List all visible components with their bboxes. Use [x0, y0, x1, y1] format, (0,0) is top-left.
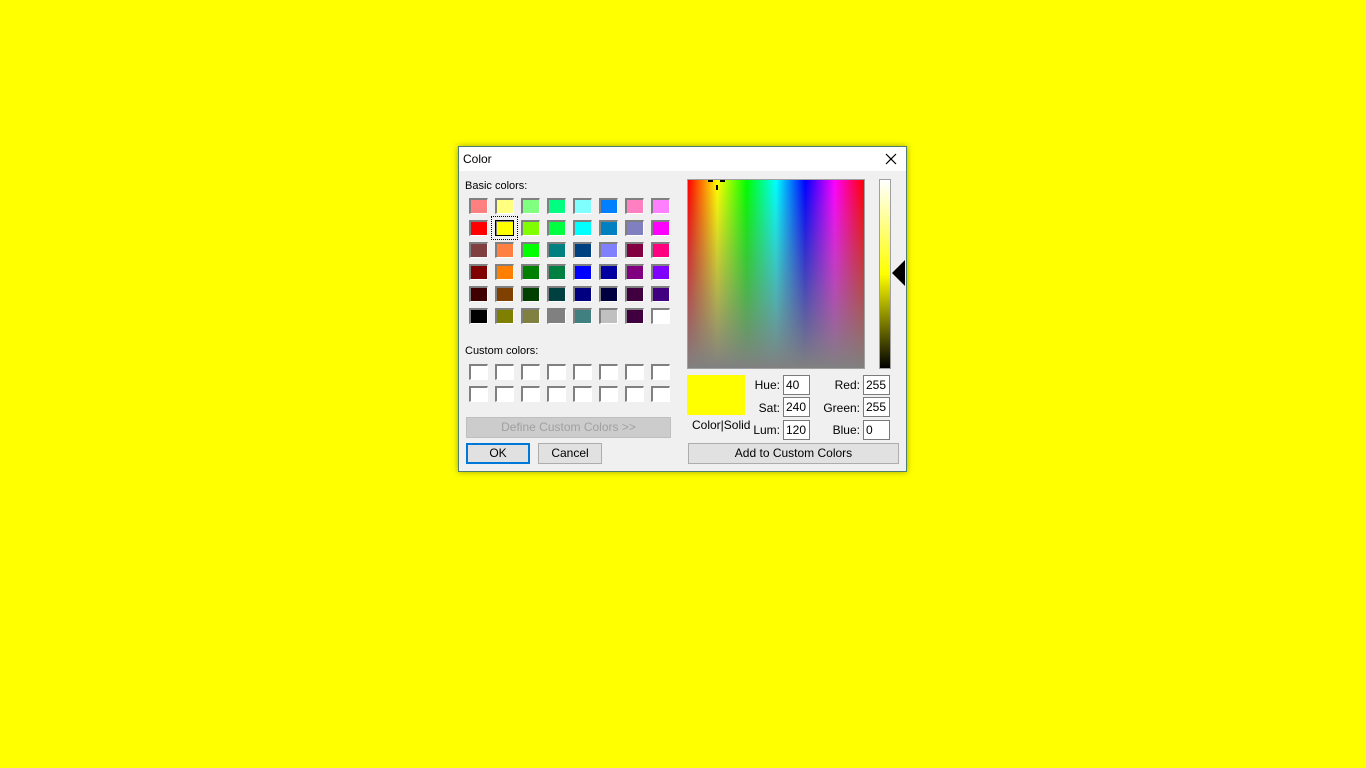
basic-color-swatch[interactable] [625, 286, 644, 302]
custom-color-swatch[interactable] [625, 364, 644, 380]
sat-label: Sat: [758, 401, 780, 415]
basic-color-swatch[interactable] [573, 264, 592, 280]
basic-color-swatch[interactable] [547, 198, 566, 214]
basic-color-swatch[interactable] [651, 308, 670, 324]
cancel-button[interactable]: Cancel [538, 443, 602, 464]
hue-label: Hue: [754, 378, 780, 392]
custom-color-swatch[interactable] [521, 386, 540, 402]
crosshair-cursor [708, 180, 713, 182]
basic-color-swatch[interactable] [547, 220, 566, 236]
basic-color-swatch[interactable] [521, 220, 540, 236]
basic-color-swatch[interactable] [521, 264, 540, 280]
luminosity-arrow-handle[interactable] [892, 260, 905, 286]
basic-color-swatch[interactable] [469, 242, 488, 258]
basic-color-swatch[interactable] [651, 220, 670, 236]
title-bar: Color [459, 147, 906, 171]
basic-color-swatch[interactable] [599, 242, 618, 258]
basic-color-swatch[interactable] [547, 286, 566, 302]
basic-color-swatch[interactable] [599, 264, 618, 280]
basic-color-swatch[interactable] [625, 242, 644, 258]
basic-color-swatch[interactable] [599, 220, 618, 236]
basic-color-swatch[interactable] [495, 308, 514, 324]
basic-color-swatch[interactable] [469, 264, 488, 280]
crosshair-cursor-part [716, 185, 718, 190]
custom-color-swatch[interactable] [573, 386, 592, 402]
basic-color-swatch[interactable] [573, 286, 592, 302]
basic-color-swatch[interactable] [599, 308, 618, 324]
custom-color-swatch[interactable] [547, 386, 566, 402]
basic-color-swatch[interactable] [625, 198, 644, 214]
basic-color-swatch[interactable] [521, 198, 540, 214]
green-label: Green: [823, 401, 860, 415]
basic-color-swatch[interactable] [547, 264, 566, 280]
lum-label: Lum: [753, 423, 780, 437]
luminosity-slider[interactable] [879, 179, 891, 369]
blue-label: Blue: [832, 423, 860, 437]
custom-color-swatch[interactable] [625, 386, 644, 402]
close-button[interactable] [876, 147, 906, 171]
basic-color-swatch[interactable] [491, 216, 518, 240]
basic-color-swatch[interactable] [599, 286, 618, 302]
custom-colors-label: Custom colors: [465, 345, 539, 357]
basic-color-swatch[interactable] [469, 220, 488, 236]
custom-color-swatch[interactable] [651, 386, 670, 402]
custom-color-swatch[interactable] [599, 364, 618, 380]
basic-color-swatch[interactable] [625, 264, 644, 280]
add-to-custom-colors-button[interactable]: Add to Custom Colors [688, 443, 899, 464]
custom-color-swatch[interactable] [547, 364, 566, 380]
color-dialog: Color Basic colors: Custom colors: Defin… [458, 146, 907, 472]
hue-input[interactable] [783, 375, 810, 395]
custom-color-swatch[interactable] [495, 386, 514, 402]
basic-color-swatch[interactable] [495, 264, 514, 280]
green-input[interactable] [863, 397, 890, 417]
basic-color-swatch[interactable] [469, 286, 488, 302]
define-custom-colors-button[interactable]: Define Custom Colors >> [466, 417, 671, 438]
basic-color-swatch[interactable] [521, 308, 540, 324]
basic-color-swatch[interactable] [651, 286, 670, 302]
basic-color-swatch[interactable] [651, 198, 670, 214]
hue-saturation-spectrum[interactable] [687, 179, 865, 369]
basic-color-swatch[interactable] [625, 308, 644, 324]
dialog-title: Color [463, 152, 492, 166]
crosshair-cursor-part [720, 180, 725, 182]
custom-color-swatch[interactable] [599, 386, 618, 402]
basic-color-swatch[interactable] [469, 308, 488, 324]
custom-color-swatch[interactable] [573, 364, 592, 380]
color-preview[interactable] [687, 375, 745, 415]
basic-color-swatch[interactable] [651, 242, 670, 258]
custom-color-swatch[interactable] [651, 364, 670, 380]
basic-color-swatch[interactable] [625, 220, 644, 236]
custom-color-swatch[interactable] [469, 386, 488, 402]
basic-color-swatch[interactable] [573, 198, 592, 214]
color-solid-label: Color|Solid [692, 418, 751, 432]
basic-color-swatch[interactable] [547, 242, 566, 258]
basic-color-swatch[interactable] [547, 308, 566, 324]
red-label: Red: [834, 378, 860, 392]
basic-color-swatch[interactable] [495, 286, 514, 302]
basic-color-swatch[interactable] [599, 198, 618, 214]
ok-button[interactable]: OK [466, 443, 530, 464]
basic-color-swatch[interactable] [495, 198, 514, 214]
sat-input[interactable] [783, 397, 810, 417]
basic-color-swatch[interactable] [573, 242, 592, 258]
basic-color-swatch[interactable] [521, 242, 540, 258]
close-icon [885, 153, 897, 165]
custom-color-swatch[interactable] [521, 364, 540, 380]
blue-input[interactable] [863, 420, 890, 440]
basic-color-swatch[interactable] [573, 220, 592, 236]
basic-color-swatch[interactable] [495, 242, 514, 258]
basic-color-swatch[interactable] [573, 308, 592, 324]
custom-color-swatch[interactable] [495, 364, 514, 380]
basic-color-swatch[interactable] [651, 264, 670, 280]
red-input[interactable] [863, 375, 890, 395]
basic-color-swatch[interactable] [521, 286, 540, 302]
basic-colors-label: Basic colors: [465, 180, 528, 192]
basic-color-swatch[interactable] [469, 198, 488, 214]
lum-input[interactable] [783, 420, 810, 440]
custom-color-swatch[interactable] [469, 364, 488, 380]
